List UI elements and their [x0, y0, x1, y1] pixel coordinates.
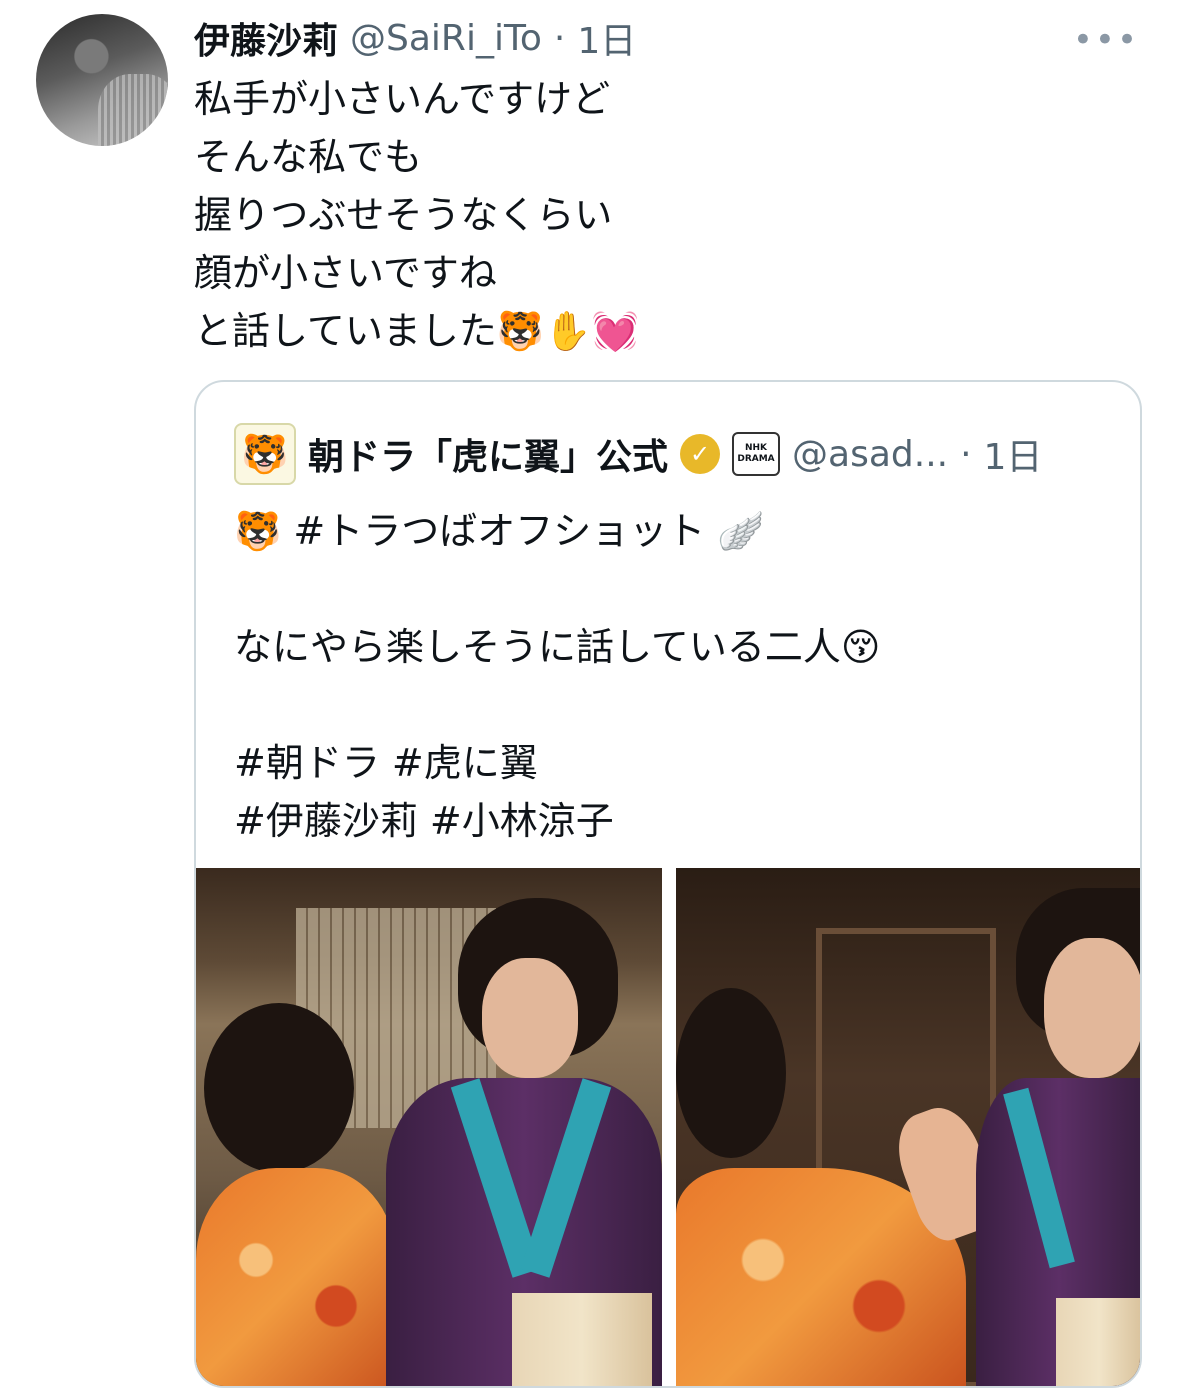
more-icon[interactable]: •••: [1073, 20, 1139, 60]
separator-dot: ·: [960, 433, 972, 475]
quoted-text-line: [234, 676, 1104, 734]
quoted-tweet-text: 🐯 #トラつばオフショット 🪽 なにやら楽しそうに話している二人😚 #朝ドラ #…: [234, 502, 1104, 850]
tweet-text-line: そんな私でも: [194, 135, 423, 179]
quoted-tweet-header: 🐯 朝ドラ「虎に翼」公式 ✓ NHK DRAMA @asad... · 1日: [234, 422, 1042, 486]
badge-text-line2: DRAMA: [737, 454, 775, 464]
quoted-text-line: #伊藤沙莉 #小林涼子: [234, 799, 614, 843]
media-photo-2[interactable]: [676, 868, 1140, 1386]
quoted-text-line: [234, 560, 1104, 618]
media-photo-1[interactable]: [196, 868, 662, 1386]
quoted-text-line: #朝ドラ #虎に翼: [234, 741, 538, 785]
tweet-text-line: 握りつぶせそうなくらい: [194, 193, 613, 237]
quoted-author-handle[interactable]: @asad...: [792, 434, 948, 475]
quoted-author-name[interactable]: 朝ドラ「虎に翼」公式: [308, 428, 668, 480]
separator-dot: ·: [553, 17, 566, 59]
badge-text-line1: NHK: [744, 443, 768, 453]
quoted-text-line: 🐯 #トラつばオフショット 🪽: [234, 509, 765, 553]
tweet-header: 伊藤沙莉 @SaiRi_iTo · 1日: [194, 12, 636, 64]
tweet-text: 私手が小さいんですけど そんな私でも 握りつぶせそうなくらい 顔が小さいですね …: [194, 70, 1134, 360]
verified-badge-icon: ✓: [680, 434, 721, 474]
author-name[interactable]: 伊藤沙莉: [194, 12, 338, 64]
quoted-avatar[interactable]: 🐯: [234, 423, 296, 485]
quoted-text-line: なにやら楽しそうに話している二人😚: [234, 625, 881, 669]
tweet-time[interactable]: 1日: [577, 12, 636, 64]
quoted-tweet[interactable]: 🐯 朝ドラ「虎に翼」公式 ✓ NHK DRAMA @asad... · 1日 🐯…: [194, 380, 1142, 1388]
tweet-text-line: 私手が小さいんですけど: [194, 77, 611, 121]
nhk-drama-badge-icon: NHK DRAMA: [732, 432, 781, 476]
author-handle[interactable]: @SaiRi_iTo: [350, 18, 542, 59]
quoted-time[interactable]: 1日: [984, 428, 1043, 480]
author-avatar[interactable]: [36, 14, 168, 146]
tweet-text-line: と話していました🐯✋💓: [194, 309, 639, 353]
tweet-text-line: 顔が小さいですね: [194, 251, 497, 295]
